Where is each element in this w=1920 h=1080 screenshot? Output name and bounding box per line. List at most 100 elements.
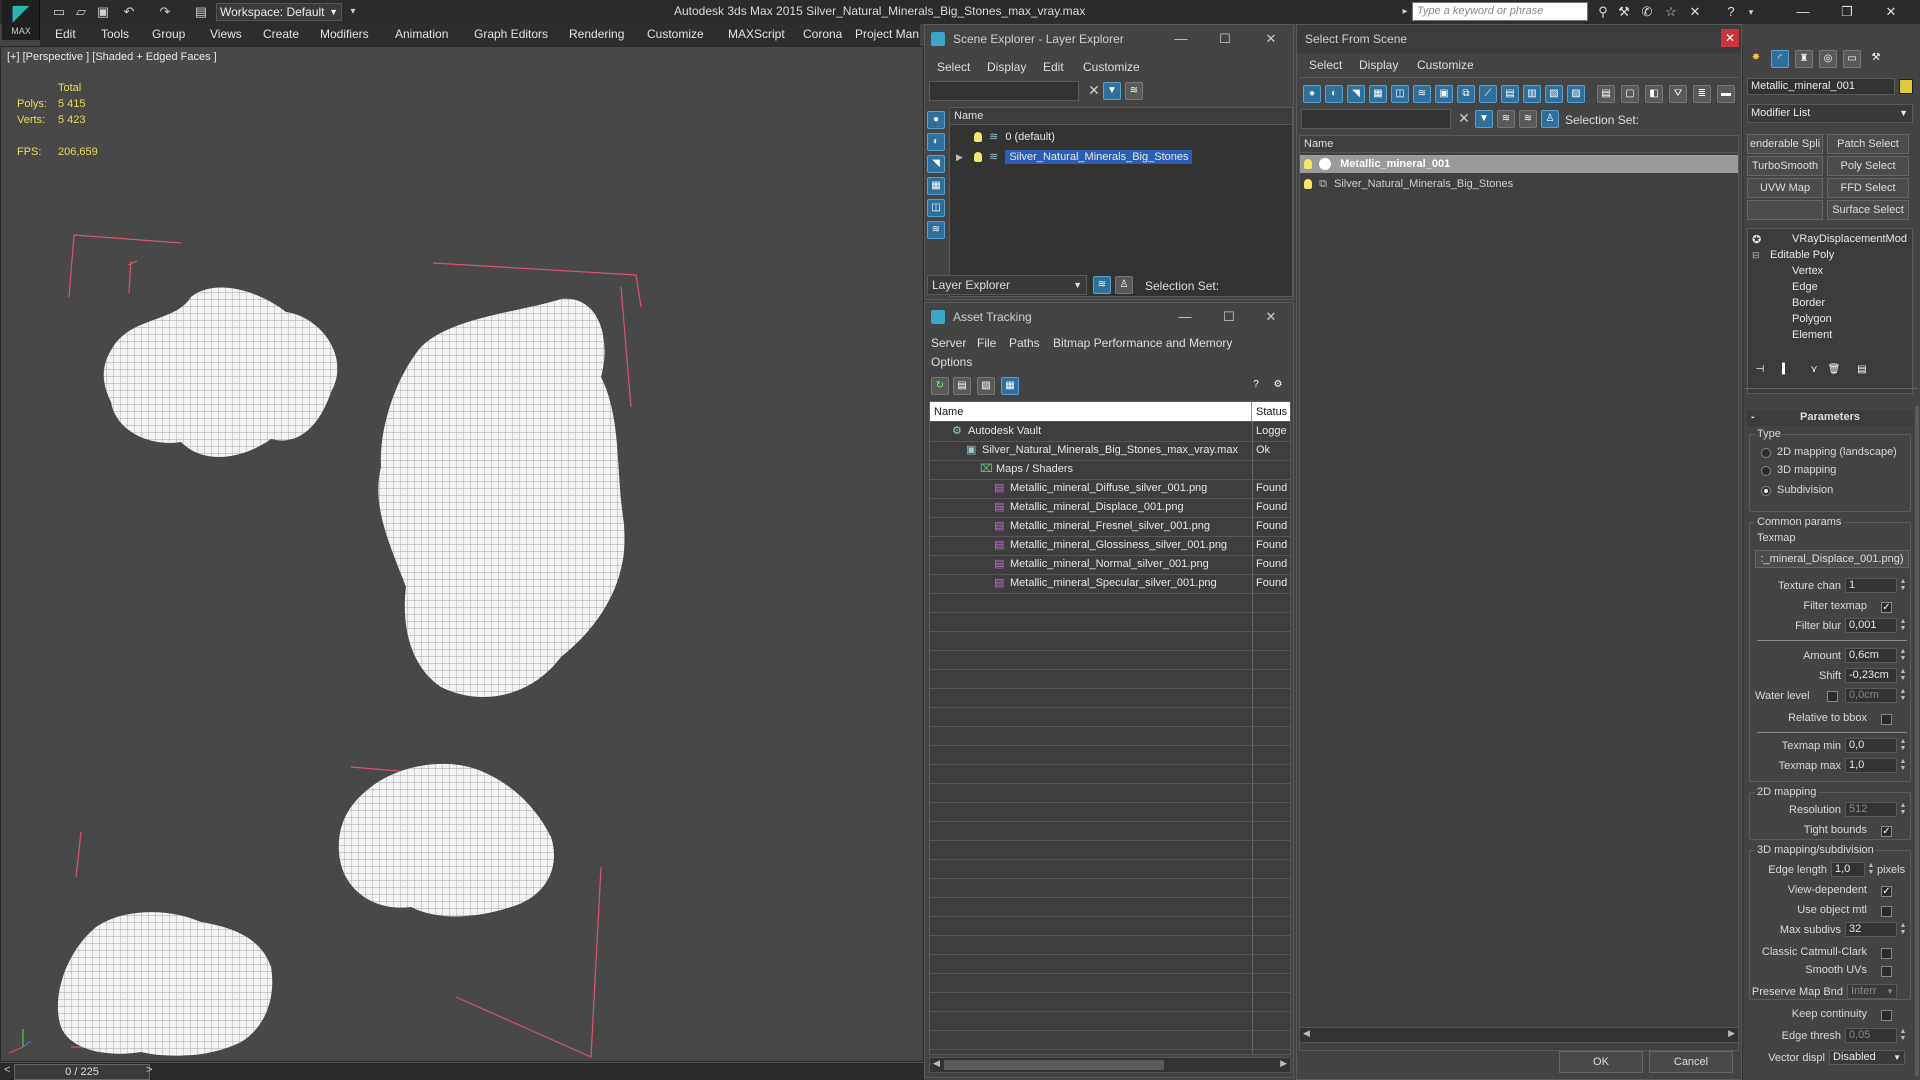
se-menu-customize[interactable]: Customize xyxy=(1083,60,1140,74)
explorer-type-dropdown[interactable]: Layer Explorer ▼ xyxy=(927,275,1087,295)
light-bulb-icon[interactable] xyxy=(1304,179,1312,190)
utilities-tab-icon[interactable]: ⚒ xyxy=(1867,50,1885,68)
clear-search-icon[interactable]: ✕ xyxy=(1085,82,1103,100)
asset-row[interactable]: ▤ Metallic_mineral_Diffuse_silver_001.png… xyxy=(930,479,1290,498)
relative-bbox-checkbox[interactable] xyxy=(1881,714,1892,725)
spinner-arrows-icon[interactable]: ▲ ▼ xyxy=(1899,1028,1907,1043)
menu-graph-editors[interactable]: Graph Editors xyxy=(474,27,548,41)
spinner-arrows-icon[interactable]: ▲ ▼ xyxy=(1867,862,1875,877)
favorites-star-icon[interactable]: ☆ xyxy=(1662,4,1680,20)
asset-row[interactable]: ▤ Metallic_mineral_Glossiness_silver_001.… xyxy=(930,536,1290,555)
viewport-label[interactable]: [+] [Perspective ] [Shaded + Edged Faces… xyxy=(7,51,217,63)
table-view-icon[interactable]: ▦ xyxy=(1001,377,1019,395)
spinner-arrows-icon[interactable]: ▲ ▼ xyxy=(1899,618,1907,633)
stack-sub-vertex[interactable]: Vertex xyxy=(1792,265,1823,277)
help-icon[interactable]: ? xyxy=(1247,377,1265,395)
help-chevron-icon[interactable]: ▾ xyxy=(1742,4,1760,20)
at-menu-server[interactable]: Server xyxy=(931,336,966,350)
new-file-icon[interactable]: ▭ xyxy=(50,3,68,21)
menu-tools[interactable]: Tools xyxy=(101,27,129,41)
refresh-icon[interactable]: ↻ xyxy=(931,377,949,395)
mod-button-empty[interactable] xyxy=(1747,200,1823,220)
spinner-arrows-icon[interactable]: ▲ ▼ xyxy=(1899,578,1907,593)
sfs-menu-display[interactable]: Display xyxy=(1359,58,1398,72)
shift-spinner[interactable]: -0,23cm xyxy=(1845,668,1897,683)
filter-texmap-checkbox[interactable]: ✓ xyxy=(1881,602,1892,613)
display-tab-icon[interactable]: ▭ xyxy=(1843,50,1861,68)
sfs-menu-customize[interactable]: Customize xyxy=(1417,58,1474,72)
display-all-icon[interactable]: ▨ xyxy=(1567,85,1585,103)
amount-spinner[interactable]: 0,6cm xyxy=(1845,648,1897,663)
water-level-spinner[interactable]: 0,0cm xyxy=(1845,688,1897,703)
display-hidden-icon[interactable]: ▧ xyxy=(1545,85,1563,103)
scrollbar-thumb[interactable] xyxy=(944,1060,1164,1070)
menu-project-manager[interactable]: Project Man xyxy=(855,27,919,41)
asset-row[interactable]: ▤ Metallic_mineral_Displace_001.png Found xyxy=(930,498,1290,517)
select-invert-icon[interactable]: ◧ xyxy=(1645,85,1663,103)
at-menu-file[interactable]: File xyxy=(977,336,996,350)
at-status-column-header[interactable]: Status xyxy=(1252,402,1290,422)
display-shapes-icon[interactable]: ◐ xyxy=(1325,85,1343,103)
asset-row[interactable]: ▣ Silver_Natural_Minerals_Big_Stones_max_… xyxy=(930,441,1290,460)
filter-blur-spinner[interactable]: 0,001 xyxy=(1845,618,1897,633)
spinner-arrows-icon[interactable]: ▲ ▼ xyxy=(1899,648,1907,663)
save-icon[interactable]: ▣ xyxy=(94,3,112,21)
stack-sub-element[interactable]: Element xyxy=(1792,329,1832,341)
pin-stack-icon[interactable]: ⊣ xyxy=(1751,362,1769,380)
asset-row[interactable]: ⌧ Maps / Shaders xyxy=(930,460,1290,479)
stack-sub-edge[interactable]: Edge xyxy=(1792,281,1818,293)
water-level-checkbox[interactable] xyxy=(1827,691,1838,702)
collapse-icon[interactable]: ▬ xyxy=(1717,85,1735,103)
display-groups-icon[interactable]: ▣ xyxy=(1435,85,1453,103)
mod-button-uvw-map[interactable]: UVW Map xyxy=(1747,178,1823,198)
smooth-uvs-checkbox[interactable] xyxy=(1881,966,1892,977)
open-file-icon[interactable]: ▱ xyxy=(72,3,90,21)
exchange-icon[interactable]: ✕ xyxy=(1686,4,1704,20)
display-containers-icon[interactable]: ▤ xyxy=(1501,85,1519,103)
se-menu-edit[interactable]: Edit xyxy=(1043,60,1064,74)
panel-scrollbar[interactable] xyxy=(1915,406,1919,1076)
edge-thresh-spinner[interactable]: 0,05 xyxy=(1845,1028,1897,1043)
display-frozen-icon[interactable]: ▥ xyxy=(1523,85,1541,103)
scroll-right-icon[interactable]: ▶ xyxy=(1280,1058,1287,1069)
clear-search-icon[interactable]: ✕ xyxy=(1455,110,1473,128)
spinner-arrows-icon[interactable]: ▲ ▼ xyxy=(1899,802,1907,817)
object-color-swatch[interactable] xyxy=(1899,79,1913,94)
stack-sub-border[interactable]: Border xyxy=(1792,297,1825,309)
radio-subdivision[interactable] xyxy=(1761,486,1771,496)
edge-length-spinner[interactable]: 1,0 xyxy=(1831,862,1865,877)
minimize-icon[interactable]: — xyxy=(1794,4,1812,20)
sfs-name-column-header[interactable]: Name xyxy=(1300,136,1738,153)
catmull-clark-checkbox[interactable] xyxy=(1881,948,1892,959)
filter-options-icon[interactable]: ⛛ xyxy=(1669,85,1687,103)
settings-icon[interactable]: ⚙ xyxy=(1269,377,1287,395)
light-bulb-icon[interactable] xyxy=(1304,159,1312,170)
at-menu-bitmap-performance[interactable]: Bitmap Performance and Memory xyxy=(1053,336,1232,350)
max-subdivs-spinner[interactable]: 32 xyxy=(1845,922,1897,937)
configure-sets-icon[interactable]: ▤ xyxy=(1853,362,1871,380)
show-end-result-icon[interactable]: ▍ xyxy=(1777,362,1795,380)
texmap-button[interactable]: :_mineral_Displace_001.png) xyxy=(1755,550,1909,568)
view-dependent-checkbox[interactable]: ✓ xyxy=(1881,886,1892,897)
perspective-viewport[interactable]: [+] [Perspective ] [Shaded + Edged Faces… xyxy=(0,46,924,1062)
asset-row[interactable]: ▤ Metallic_mineral_Fresnel_silver_001.png… xyxy=(930,517,1290,536)
scroll-left-icon[interactable]: ◀ xyxy=(1303,1028,1310,1039)
menu-views[interactable]: Views xyxy=(210,27,242,41)
maximize-icon[interactable]: ☐ xyxy=(1203,25,1247,53)
thumbnail-view-icon[interactable]: ▧ xyxy=(977,377,995,395)
spinner-arrows-icon[interactable]: ▲ ▼ xyxy=(1899,738,1907,753)
menu-edit[interactable]: Edit xyxy=(55,27,76,41)
restore-icon[interactable]: ❐ xyxy=(1838,4,1856,20)
layer-row-stones[interactable]: ▶ ≋ Silver_Natural_Minerals_Big_Stones xyxy=(950,148,1292,166)
communication-icon[interactable]: ✆ xyxy=(1638,4,1656,20)
texmap-min-spinner[interactable]: 0,0 xyxy=(1845,738,1897,753)
spinner-arrows-icon[interactable]: ▲ ▼ xyxy=(1899,668,1907,683)
at-name-column-header[interactable]: Name xyxy=(930,402,1252,422)
menu-animation[interactable]: Animation xyxy=(395,27,448,41)
filter-icon[interactable]: ▼ xyxy=(1103,82,1121,100)
tree-view-icon[interactable]: ≣ xyxy=(1693,85,1711,103)
asset-row[interactable]: ⚙ Autodesk Vault Logge xyxy=(930,422,1290,441)
minimize-icon[interactable]: — xyxy=(1163,303,1207,331)
keep-continuity-checkbox[interactable] xyxy=(1881,1010,1892,1021)
sfs-horizontal-scrollbar[interactable]: ◀ ▶ xyxy=(1299,1027,1739,1043)
